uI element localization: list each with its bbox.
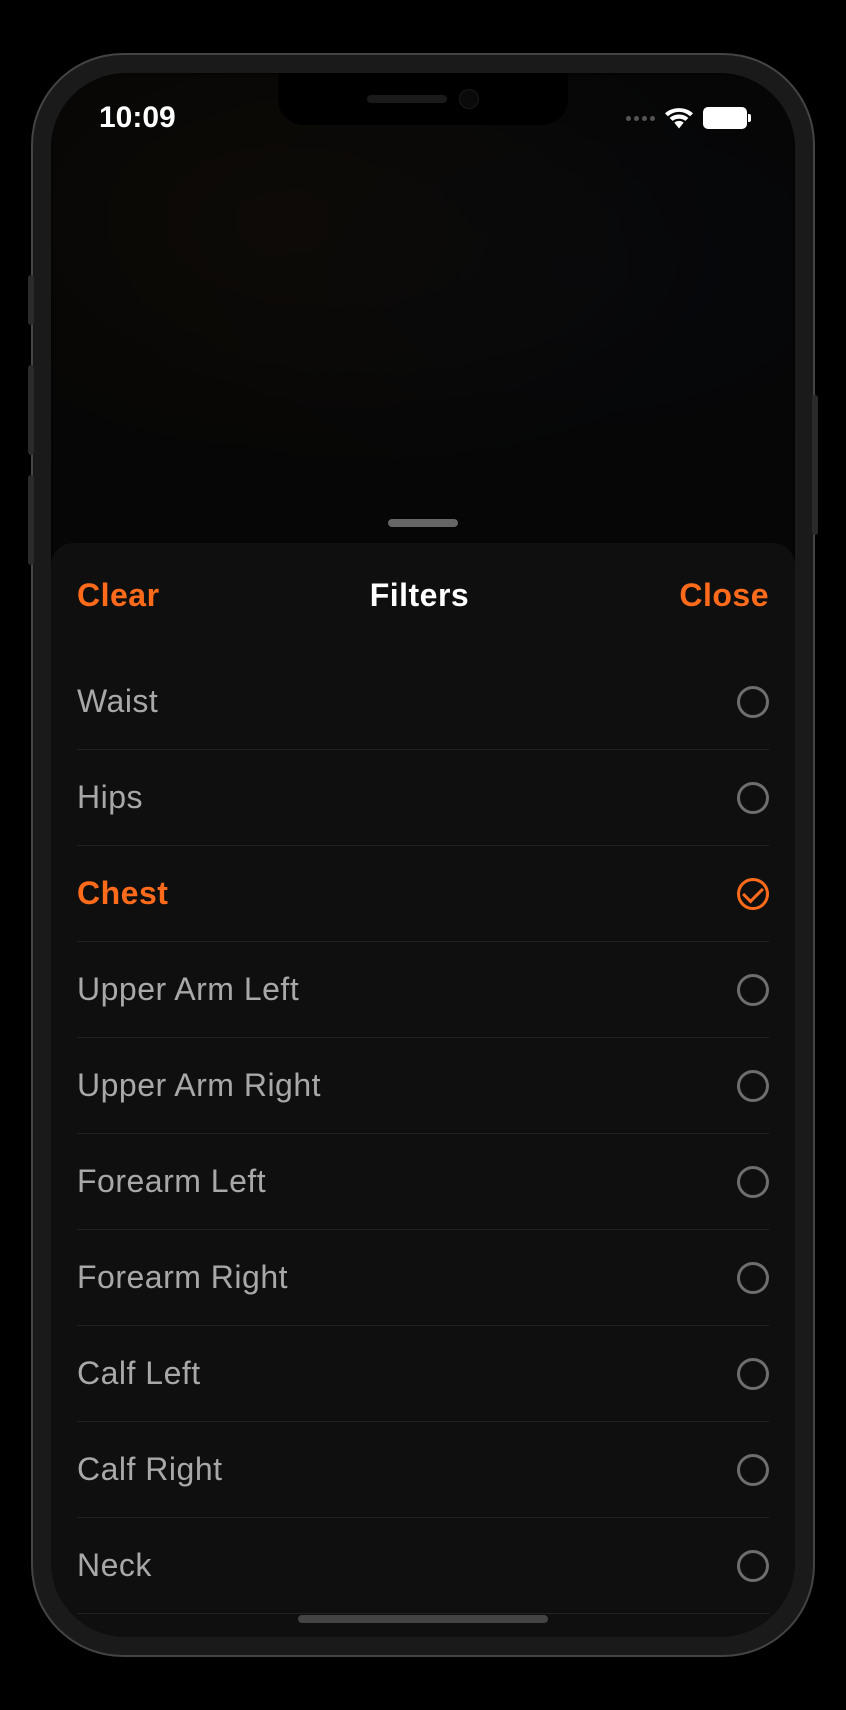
radio-icon xyxy=(737,686,769,718)
radio-icon xyxy=(737,1358,769,1390)
filter-option-forearm-right[interactable]: Forearm Right xyxy=(77,1230,769,1326)
radio-icon xyxy=(737,1550,769,1582)
filter-option-neck[interactable]: Neck xyxy=(77,1518,769,1614)
filter-label: Chest xyxy=(77,875,168,912)
radio-checked-icon xyxy=(737,878,769,910)
filter-option-waist[interactable]: Waist xyxy=(77,654,769,750)
radio-icon xyxy=(737,1166,769,1198)
filters-sheet: Clear Filters Close Waist Hips Chest xyxy=(51,543,795,1637)
phone-frame: 10:09 Clear Filters Close Wai xyxy=(33,55,813,1655)
filter-label: Forearm Left xyxy=(77,1163,266,1200)
radio-icon xyxy=(737,782,769,814)
filter-option-hips[interactable]: Hips xyxy=(77,750,769,846)
phone-screen: 10:09 Clear Filters Close Wai xyxy=(51,73,795,1637)
notch xyxy=(278,73,568,125)
filter-option-forearm-left[interactable]: Forearm Left xyxy=(77,1134,769,1230)
battery-icon xyxy=(703,107,747,129)
radio-icon xyxy=(737,974,769,1006)
clear-button[interactable]: Clear xyxy=(77,577,160,614)
filter-option-upper-arm-left[interactable]: Upper Arm Left xyxy=(77,942,769,1038)
sheet-header: Clear Filters Close xyxy=(51,543,795,654)
wifi-icon xyxy=(665,107,693,129)
filter-label: Neck xyxy=(77,1547,152,1584)
speaker-icon xyxy=(367,95,447,103)
home-indicator[interactable] xyxy=(298,1615,548,1623)
radio-icon xyxy=(737,1454,769,1486)
filter-label: Forearm Right xyxy=(77,1259,288,1296)
power-button xyxy=(812,395,818,535)
filter-option-calf-right[interactable]: Calf Right xyxy=(77,1422,769,1518)
close-button[interactable]: Close xyxy=(679,577,769,614)
sheet-grabber[interactable] xyxy=(388,519,458,527)
filter-option-chest[interactable]: Chest xyxy=(77,846,769,942)
filter-label: Upper Arm Right xyxy=(77,1067,321,1104)
cellular-dots-icon xyxy=(626,116,655,121)
filter-option-upper-arm-right[interactable]: Upper Arm Right xyxy=(77,1038,769,1134)
silent-switch xyxy=(28,275,34,325)
front-camera-icon xyxy=(459,89,479,109)
radio-icon xyxy=(737,1070,769,1102)
status-indicators xyxy=(626,107,747,129)
sheet-title: Filters xyxy=(370,577,470,614)
filter-label: Calf Right xyxy=(77,1451,223,1488)
filter-option-calf-left[interactable]: Calf Left xyxy=(77,1326,769,1422)
filter-list: Waist Hips Chest Upper Arm Left Upper Ar… xyxy=(51,654,795,1614)
volume-down-button xyxy=(28,475,34,565)
status-time: 10:09 xyxy=(99,101,176,135)
filter-label: Upper Arm Left xyxy=(77,971,299,1008)
filter-label: Calf Left xyxy=(77,1355,201,1392)
radio-icon xyxy=(737,1262,769,1294)
filter-label: Waist xyxy=(77,683,158,720)
filter-label: Hips xyxy=(77,779,143,816)
volume-up-button xyxy=(28,365,34,455)
